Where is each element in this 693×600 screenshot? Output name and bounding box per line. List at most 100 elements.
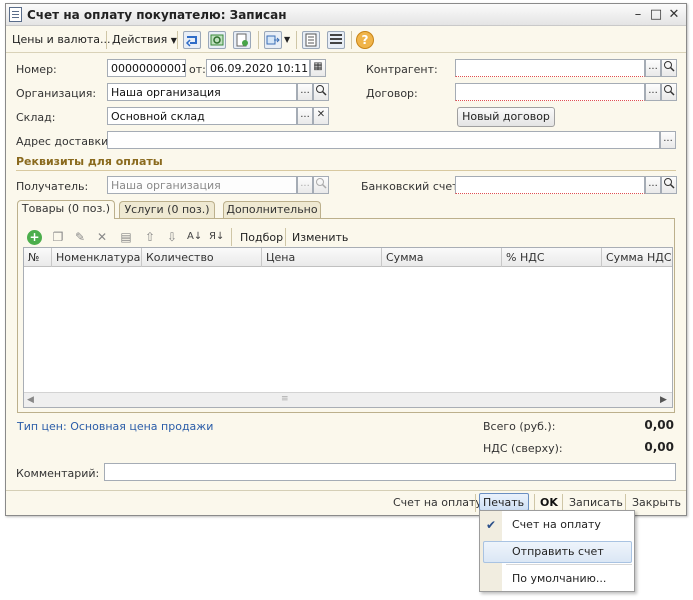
chevron-down-icon: ▼ — [170, 36, 177, 45]
structure-icon[interactable] — [327, 31, 345, 49]
pick-button[interactable]: Подбор — [240, 231, 283, 244]
menu-item-label: По умолчанию... — [512, 572, 607, 585]
payment-section-title: Реквизиты для оплаты — [16, 155, 163, 168]
total-label: Всего (руб.): — [483, 420, 556, 433]
menu-item-invoice[interactable]: ✔ Счет на оплату — [480, 514, 634, 536]
toolbar-separator — [351, 31, 352, 49]
sort-ascending-icon[interactable]: A↓ — [187, 230, 202, 244]
number-field[interactable]: 00000000001 — [107, 59, 186, 77]
select-bank-account-button[interactable]: ... — [645, 176, 661, 194]
contractor-label: Контрагент: — [366, 63, 438, 76]
close-button[interactable]: ✕ — [666, 7, 682, 23]
select-recipient-button: ... — [297, 176, 313, 194]
column-header-price[interactable]: Цена — [262, 248, 382, 267]
change-button[interactable]: Изменить — [292, 231, 348, 244]
prices-currency-button[interactable]: Цены и валюта... — [12, 33, 110, 46]
column-header-quantity[interactable]: Количество — [142, 248, 262, 267]
select-organization-button[interactable]: ... — [297, 83, 313, 101]
table-header: № Номенклатура Количество Цена Сумма % Н… — [24, 248, 672, 267]
recipient-field: Наша организация — [107, 176, 297, 194]
select-contract-button[interactable]: ... — [645, 83, 661, 101]
move-down-row-icon[interactable]: ⇩ — [165, 230, 179, 244]
warehouse-label: Склад: — [16, 111, 56, 124]
contract-label: Договор: — [366, 87, 418, 100]
tab-services[interactable]: Услуги (0 поз.) — [119, 201, 215, 219]
search-icon[interactable] — [661, 59, 677, 77]
main-toolbar: Цены и валюта... Действия ▼ ▼ ? — [6, 27, 686, 53]
tab-additional[interactable]: Дополнительно — [223, 201, 321, 219]
new-document-icon[interactable] — [233, 31, 251, 49]
menu-item-send-invoice[interactable]: Отправить счет — [483, 541, 632, 563]
check-icon: ✔ — [486, 518, 497, 532]
add-row-icon[interactable]: + — [27, 230, 42, 245]
goods-table[interactable]: № Номенклатура Количество Цена Сумма % Н… — [23, 247, 673, 408]
close-form-button[interactable]: Закрыть — [632, 496, 681, 509]
price-type-link[interactable]: Тип цен: Основная цена продажи — [17, 420, 213, 433]
bank-account-label: Банковский счет: — [361, 180, 463, 193]
toolbar-separator — [106, 31, 107, 49]
sort-descending-icon[interactable]: Я↓ — [209, 230, 224, 244]
vat-label: НДС (сверху): — [483, 442, 563, 455]
toolbar-separator — [475, 494, 476, 512]
contract-field[interactable] — [455, 83, 645, 101]
search-icon[interactable] — [313, 83, 329, 101]
calendar-icon[interactable]: ▦ — [310, 59, 326, 77]
title-bar: Счет на оплату покупателю: Записан – □ ✕ — [6, 4, 686, 26]
menu-item-label: Отправить счет — [512, 545, 604, 558]
window-title: Счет на оплату покупателю: Записан — [27, 8, 287, 22]
column-header-vat-sum[interactable]: Сумма НДС — [602, 248, 672, 267]
document-icon — [9, 7, 22, 22]
comment-label: Комментарий: — [16, 467, 100, 480]
document-flow-icon[interactable] — [264, 31, 282, 49]
print-menu-button[interactable]: Печать ▼ — [479, 493, 529, 521]
actions-menu-button[interactable]: Действия ▼ — [112, 33, 177, 46]
search-icon[interactable] — [661, 83, 677, 101]
clear-icon[interactable]: ✕ — [313, 107, 329, 125]
save-button[interactable]: Записать — [569, 496, 623, 509]
toolbar-separator — [258, 31, 259, 49]
bank-account-field[interactable] — [455, 176, 645, 194]
toolbar-separator — [231, 228, 232, 246]
select-address-button[interactable]: ... — [660, 131, 676, 149]
invoice-print-button[interactable]: Счет на оплату — [393, 496, 482, 509]
warehouse-field[interactable]: Основной склад — [107, 107, 297, 125]
delivery-address-label: Адрес доставки: — [16, 135, 112, 148]
column-header-sum[interactable]: Сумма — [382, 248, 502, 267]
minimize-button[interactable]: – — [630, 7, 646, 23]
edit-row-icon[interactable]: ✎ — [73, 230, 87, 244]
menu-item-label: Счет на оплату — [512, 518, 601, 531]
ok-button[interactable]: OK — [540, 496, 558, 509]
print-dropdown-menu: ✔ Счет на оплату Отправить счет По умолч… — [479, 510, 635, 592]
chevron-down-icon[interactable]: ▼ — [284, 35, 290, 44]
print-preview-icon[interactable] — [302, 31, 320, 49]
menu-item-default[interactable]: По умолчанию... — [480, 568, 634, 590]
delete-row-icon[interactable]: ✕ — [95, 230, 109, 244]
date-field[interactable]: 06.09.2020 10:11:18 — [206, 59, 310, 77]
refresh-icon[interactable] — [208, 31, 226, 49]
column-header-vat-rate[interactable]: % НДС — [502, 248, 602, 267]
column-header-number[interactable]: № — [24, 248, 52, 267]
organization-field[interactable]: Наша организация — [107, 83, 297, 101]
new-contract-button[interactable]: Новый договор — [457, 107, 555, 127]
scroll-left-icon[interactable]: ◀ — [27, 395, 34, 405]
end-edit-icon[interactable]: ▤ — [119, 230, 133, 244]
maximize-button[interactable]: □ — [648, 7, 664, 23]
select-contractor-button[interactable]: ... — [645, 59, 661, 77]
delivery-address-field[interactable] — [107, 131, 660, 149]
move-up-icon[interactable]: ⇧ — [143, 230, 157, 244]
column-header-nomenclature[interactable]: Номенклатура — [52, 248, 142, 267]
scroll-thumb-grip[interactable]: ≡ — [281, 394, 289, 404]
invoice-window: Счет на оплату покупателю: Записан – □ ✕… — [5, 3, 687, 521]
comment-field[interactable] — [104, 463, 676, 481]
select-warehouse-button[interactable]: ... — [297, 107, 313, 125]
actions-menu-label: Действия — [112, 33, 168, 46]
copy-row-icon[interactable]: ❐ — [51, 230, 65, 244]
move-down-icon[interactable] — [183, 31, 201, 49]
tab-goods[interactable]: Товары (0 поз.) — [17, 200, 115, 219]
scroll-right-icon[interactable]: ▶ — [660, 395, 667, 405]
toolbar-separator — [177, 31, 178, 49]
contractor-field[interactable] — [455, 59, 645, 77]
help-icon[interactable]: ? — [356, 31, 374, 49]
horizontal-scrollbar[interactable]: ◀ ≡ ▶ — [24, 392, 672, 407]
search-icon[interactable] — [661, 176, 677, 194]
